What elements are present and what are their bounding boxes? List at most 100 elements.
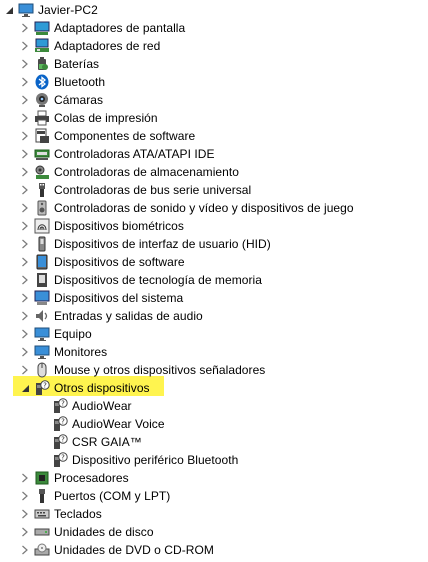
tree-item-label: Dispositivos del sistema (54, 291, 184, 305)
unknown-device-icon: ? (52, 452, 68, 468)
tree-category-20[interactable]: ? Otros dispositivos (20, 379, 150, 397)
tree-item-label: Adaptadores de red (54, 39, 161, 53)
audio-io-icon (34, 308, 50, 324)
tree-category-3[interactable]: Bluetooth (20, 73, 105, 91)
expand-arrow-icon[interactable] (20, 199, 30, 217)
tree-category-13[interactable]: Dispositivos de software (20, 253, 185, 271)
expand-arrow-icon[interactable] (20, 343, 30, 361)
camera-icon (34, 92, 50, 108)
unknown-device-icon: ? (52, 416, 68, 432)
expand-arrow-icon[interactable] (20, 505, 30, 523)
printer-icon (34, 110, 50, 126)
tree-device-1[interactable]: ? AudioWear Voice (52, 415, 165, 433)
expand-arrow-icon[interactable] (20, 271, 30, 289)
processor-icon (34, 470, 50, 486)
tree-item-label: Mouse y otros dispositivos señaladores (54, 363, 266, 377)
tree-category-19[interactable]: Mouse y otros dispositivos señaladores (20, 361, 265, 379)
expand-arrow-icon[interactable] (20, 325, 30, 343)
expand-arrow-icon[interactable] (20, 181, 30, 199)
tree-category-5[interactable]: Colas de impresión (20, 109, 158, 127)
disk-drive-icon (34, 524, 50, 540)
tree-item-label: Colas de impresión (54, 111, 158, 125)
tree-item-label: Adaptadores de pantalla (54, 21, 186, 35)
collapse-arrow-icon[interactable] (4, 1, 14, 19)
expand-arrow-icon[interactable] (20, 541, 30, 559)
tree-item-label: Otros dispositivos (54, 381, 150, 395)
expand-arrow-icon[interactable] (20, 19, 30, 37)
fingerprint-icon (34, 218, 50, 234)
tree-category-6[interactable]: Componentes de software (20, 127, 195, 145)
battery-icon (34, 56, 50, 72)
tree-category-11[interactable]: Dispositivos biométricos (20, 217, 184, 235)
tree-category-15[interactable]: Dispositivos del sistema (20, 289, 183, 307)
expand-arrow-icon[interactable] (20, 73, 30, 91)
dvd-drive-icon (34, 542, 50, 558)
expand-arrow-icon[interactable] (20, 145, 30, 163)
tree-category-9[interactable]: Controladoras de bus serie universal (20, 181, 251, 199)
tree-item-label: Monitores (54, 345, 108, 359)
tree-category-4[interactable]: Cámaras (20, 91, 103, 109)
svg-text:?: ? (43, 382, 47, 390)
usb-icon (34, 182, 50, 198)
computer-icon (18, 2, 34, 18)
system-device-icon (34, 290, 50, 306)
unknown-device-icon: ? (52, 434, 68, 450)
tree-item-label: Javier-PC2 (38, 3, 98, 17)
tree-category-16[interactable]: Entradas y salidas de audio (20, 307, 203, 325)
svg-text:?: ? (61, 436, 65, 444)
tree-category-0[interactable]: Adaptadores de pantalla (20, 19, 185, 37)
tree-root[interactable]: Javier-PC2 (4, 1, 98, 19)
expand-arrow-icon[interactable] (20, 253, 30, 271)
svg-text:?: ? (61, 418, 65, 426)
tree-category-21[interactable]: Procesadores (20, 469, 129, 487)
network-adapter-icon (34, 38, 50, 54)
tree-item-label: Unidades de DVD o CD-ROM (54, 543, 214, 557)
collapse-arrow-icon[interactable] (20, 379, 30, 397)
tree-category-14[interactable]: Dispositivos de tecnología de memoria (20, 271, 262, 289)
storage-controller-icon (34, 164, 50, 180)
tree-category-8[interactable]: Controladoras de almacenamiento (20, 163, 239, 181)
expand-arrow-icon[interactable] (20, 487, 30, 505)
svg-text:?: ? (61, 400, 65, 408)
mouse-icon (34, 362, 50, 378)
expand-arrow-icon[interactable] (20, 109, 30, 127)
tree-category-18[interactable]: Monitores (20, 343, 107, 361)
expand-arrow-icon[interactable] (20, 289, 30, 307)
tree-category-1[interactable]: Adaptadores de red (20, 37, 160, 55)
tree-category-10[interactable]: Controladoras de sonido y vídeo y dispos… (20, 199, 354, 217)
expand-arrow-icon[interactable] (20, 163, 30, 181)
tree-item-label: Entradas y salidas de audio (54, 309, 203, 323)
expand-arrow-icon[interactable] (20, 307, 30, 325)
expand-arrow-icon[interactable] (20, 469, 30, 487)
tree-category-25[interactable]: Unidades de DVD o CD-ROM (20, 541, 214, 559)
unknown-device-icon: ? (34, 380, 50, 396)
tree-category-24[interactable]: Unidades de disco (20, 523, 154, 541)
tree-item-label: Cámaras (54, 93, 104, 107)
tree-item-label: Dispositivos biométricos (54, 219, 184, 233)
expand-arrow-icon[interactable] (20, 217, 30, 235)
expand-arrow-icon[interactable] (20, 37, 30, 55)
tree-device-2[interactable]: ? CSR GAIA™ (52, 433, 142, 451)
tree-category-23[interactable]: Teclados (20, 505, 102, 523)
tree-category-22[interactable]: Puertos (COM y LPT) (20, 487, 170, 505)
display-adapter-icon (34, 20, 50, 36)
tree-device-0[interactable]: ? AudioWear (52, 397, 132, 415)
expand-arrow-icon[interactable] (20, 523, 30, 541)
tree-item-label: Equipo (54, 327, 92, 341)
speaker-icon (34, 200, 50, 216)
expand-arrow-icon[interactable] (20, 235, 30, 253)
expand-arrow-icon[interactable] (20, 127, 30, 145)
tree-category-12[interactable]: Dispositivos de interfaz de usuario (HID… (20, 235, 271, 253)
keyboard-icon (34, 506, 50, 522)
expand-arrow-icon[interactable] (20, 361, 30, 379)
tree-category-7[interactable]: Controladoras ATA/ATAPI IDE (20, 145, 215, 163)
tree-device-3[interactable]: ? Dispositivo periférico Bluetooth (52, 451, 238, 469)
tree-item-label: AudioWear Voice (72, 417, 165, 431)
tree-category-17[interactable]: Equipo (20, 325, 92, 343)
tree-category-2[interactable]: Baterías (20, 55, 99, 73)
tree-item-label: Bluetooth (54, 75, 106, 89)
tree-item-label: Puertos (COM y LPT) (54, 489, 171, 503)
expand-arrow-icon[interactable] (20, 55, 30, 73)
tree-item-label: Procesadores (54, 471, 129, 485)
expand-arrow-icon[interactable] (20, 91, 30, 109)
